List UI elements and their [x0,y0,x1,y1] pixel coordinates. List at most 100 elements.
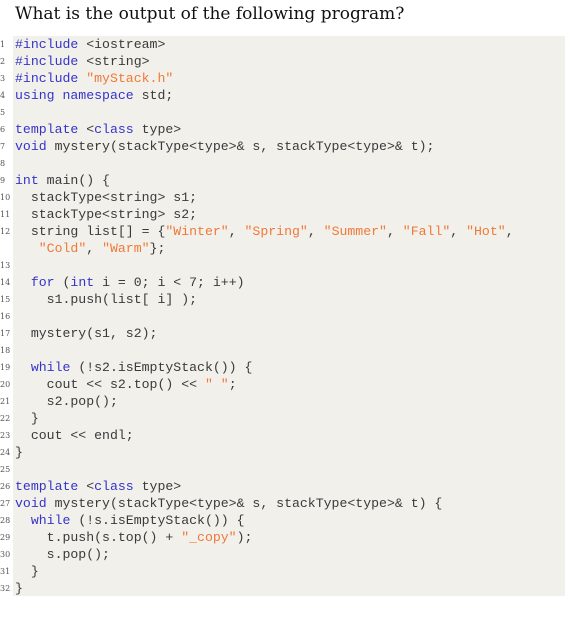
line-number: 24 [0,448,11,457]
code-line: 2 #include <string> [0,53,565,70]
code-token: } [15,581,23,596]
line-number: 6 [0,125,6,134]
code-listing: 1 #include <iostream> 2 #include <string> 3 #… [0,36,565,597]
line-number: 25 [0,465,11,474]
line-number: 26 [0,482,11,491]
code-token: string list[] = { [15,224,166,239]
code-line: 27 void mystery(stackType<type>& s, stack… [0,495,565,512]
line-number: 17 [0,329,11,338]
code-text: void mystery(stackType<type>& s, stackTy… [15,495,442,512]
code-token: , [86,241,103,256]
keyword-token: #include [15,71,79,86]
code-token: < [78,479,95,494]
code-token: ; [228,377,237,392]
code-line: 31 } [0,563,565,580]
code-text: } [15,444,23,461]
code-line: 30 s.pop(); [0,546,565,563]
string-token: "Cold" [38,241,87,256]
code-text: } [15,563,39,580]
line-number: 12 [0,227,11,236]
line-number: 28 [0,516,11,525]
code-line: 6 template <class type> [0,121,565,138]
code-line: 24} [0,444,565,461]
code-text: int main() { [15,172,110,189]
line-number: 15 [0,295,11,304]
code-token: mystery(stackType<type>& s, stackType<ty… [46,139,435,154]
string-token: "myStack.h" [86,71,174,86]
code-line: 19 while (!s2.isEmptyStack()) { [0,359,565,376]
code-line: 12 string list[] = {"Winter", "Spring", … [0,223,565,240]
keyword-token: void [15,139,47,154]
keyword-token: void [15,496,47,511]
code-line: 10 stackType<string> s1; [0,189,565,206]
line-number: 19 [0,363,11,372]
keyword-token: #include [15,54,79,69]
code-line: 32} [0,580,565,597]
code-token: < [78,122,95,137]
line-number: 32 [0,584,11,593]
code-text: t.push(s.top() + "_copy"); [15,529,253,546]
code-token: mystery(stackType<type>& s, stackType<ty… [46,496,443,511]
code-text: for (int i = 0; i < 7; i++) [15,274,245,291]
code-text: void mystery(stackType<type>& s, stackTy… [15,138,434,155]
line-number: 31 [0,567,11,576]
code-token: t.push(s.top() + [15,530,182,545]
code-line: 21 s2.pop(); [0,393,565,410]
code-text: stackType<string> s1; [15,189,197,206]
code-token: main() { [38,173,110,188]
code-line: 13 [0,257,565,274]
code-token: cout << s2.top() << [15,377,205,392]
code-token: mystery(s1, s2); [15,326,158,341]
string-token: "Summer" [323,224,387,239]
line-number: 7 [0,142,6,151]
line-number: 8 [0,159,6,168]
line-number: 2 [0,57,6,66]
line-number: 18 [0,346,11,355]
string-token: "_copy" [181,530,237,545]
code-text: #include <iostream> [15,36,165,53]
code-text: template <class type> [15,121,181,138]
code-token: s2.pop(); [15,394,118,409]
code-line: 20 cout << s2.top() << " "; [0,376,565,393]
keyword-token: while [30,513,71,528]
keyword-token: template [15,479,79,494]
line-number: 21 [0,397,11,406]
line-number: 22 [0,414,11,423]
code-text: } [15,410,39,427]
code-line: "Cold", "Warm"}; [13,240,565,257]
line-number: 16 [0,312,11,321]
code-line: 5 [0,104,565,121]
code-line: 1 #include <iostream> [0,36,565,53]
code-text: "Cold", "Warm"}; [15,240,166,257]
line-number: 27 [0,499,11,508]
string-token: "Winter" [165,224,229,239]
line-number: 10 [0,193,11,202]
line-number: 9 [0,176,6,185]
line-number: 1 [0,40,6,49]
string-token: "Warm" [102,241,150,256]
code-token: stackType<string> s1; [15,190,198,205]
code-text: template <class type> [15,478,181,495]
code-line: 15 s1.push(list[ i] ); [0,291,565,308]
code-line: 11 stackType<string> s2; [0,206,565,223]
code-text: using namespace std; [15,87,173,104]
code-line: 28 while (!s.isEmptyStack()) { [0,512,565,529]
code-token: (!s2.isEmptyStack()) { [70,360,253,375]
code-line: 7 void mystery(stackType<type>& s, stackT… [0,138,565,155]
string-token: "Spring" [244,224,308,239]
line-number: 3 [0,74,6,83]
code-text: s2.pop(); [15,393,118,410]
code-token: s.pop(); [15,547,110,562]
code-line: 18 [0,342,565,359]
code-text: cout << endl; [15,427,134,444]
keyword-token: #include [15,37,79,52]
code-token: , [307,224,324,239]
code-token: } [15,564,39,579]
code-text: while (!s.isEmptyStack()) { [15,512,245,529]
keyword-token: int [70,275,95,290]
keyword-token: class [94,122,134,137]
code-token: ); [236,530,253,545]
